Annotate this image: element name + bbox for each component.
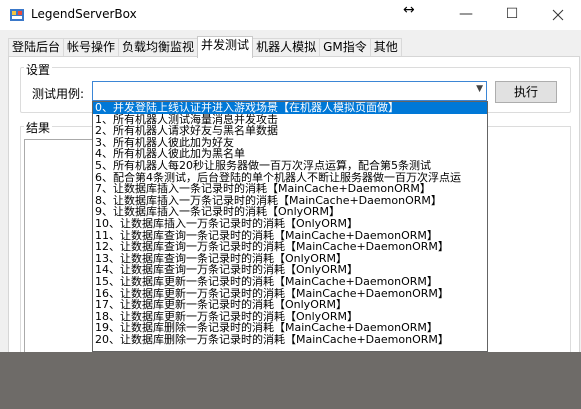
tab-robot-simulation[interactable]: 机器人模拟 <box>252 38 321 57</box>
dropdown-option[interactable]: 8、让数据库插入一万条记录时的消耗【MainCache+DaemonORM】 <box>93 195 487 207</box>
tab-strip: 登陆后台 帐号操作 负载均衡监视 并发测试 机器人模拟 GM指令 其他 <box>8 36 402 58</box>
tab-other[interactable]: 其他 <box>369 38 402 57</box>
app-icon <box>10 9 24 21</box>
dropdown-option[interactable]: 14、让数据库查询一万条记录时的消耗【OnlyORM】 <box>93 264 487 276</box>
tab-account-ops[interactable]: 帐号操作 <box>63 38 120 57</box>
dropdown-option[interactable]: 13、让数据库查询一条记录时的消耗【OnlyORM】 <box>93 253 487 265</box>
tab-concurrency-test[interactable]: 并发测试 <box>197 36 254 58</box>
dropdown-option[interactable]: 5、所有机器人每20秒让服务器做一百万次浮点运算，配合第5条测试 <box>93 160 487 172</box>
dropdown-option[interactable]: 20、让数据库删除一万条记录时的消耗【MainCache+DaemonORM】 <box>93 334 487 346</box>
tab-gm-commands[interactable]: GM指令 <box>319 38 371 57</box>
resize-cursor-icon: ↔ <box>403 2 415 18</box>
dropdown-option[interactable]: 0、并发登陆上线认证并进入游戏场景【在机器人模拟页面做】 <box>93 102 487 114</box>
chevron-down-icon[interactable]: ▼ <box>476 84 483 94</box>
close-icon[interactable] <box>535 0 581 30</box>
dropdown-option[interactable]: 6、配合第4条测试，后台登陆的单个机器人不断让服务器做一百万次浮点运 <box>93 172 487 184</box>
dropdown-option[interactable]: 10、让数据库插入一万条记录时的消耗【OnlyORM】 <box>93 218 487 230</box>
test-case-label: 测试用例: <box>32 87 85 101</box>
test-case-dropdown-list[interactable]: 0、并发登陆上线认证并进入游戏场景【在机器人模拟页面做】 1、所有机器人测试海量消… <box>92 101 488 352</box>
dropdown-option[interactable]: 2、所有机器人请求好友与黑名单数据 <box>93 125 487 137</box>
dropdown-option[interactable]: 3、所有机器人彼此加为好友 <box>93 137 487 149</box>
dropdown-option[interactable]: 18、让数据库更新一万条记录时的消耗【OnlyORM】 <box>93 311 487 323</box>
tab-login-backend[interactable]: 登陆后台 <box>8 38 65 57</box>
execute-button[interactable]: 执行 <box>495 81 557 103</box>
maximize-button[interactable]: ☐ <box>489 0 535 30</box>
tab-load-balance-monitor[interactable]: 负载均衡监视 <box>118 38 199 57</box>
dropdown-options: 0、并发登陆上线认证并进入游戏场景【在机器人模拟页面做】 1、所有机器人测试海量消… <box>93 102 487 345</box>
dropdown-option[interactable]: 1、所有机器人测试海量消息并发攻击 <box>93 114 487 126</box>
dropdown-option[interactable]: 7、让数据库插入一条记录时的消耗【MainCache+DaemonORM】 <box>93 183 487 195</box>
dropdown-option[interactable]: 11、让数据库查询一条记录时的消耗【MainCache+DaemonORM】 <box>93 230 487 242</box>
app-window: LegendServerBox ↔ — ☐ 登陆后台 帐号操作 负载均衡监视 并发测试… <box>0 0 581 352</box>
dropdown-option[interactable]: 16、让数据库更新一万条记录时的消耗【MainCache+DaemonORM】 <box>93 288 487 300</box>
dropdown-option[interactable]: 4、所有机器人彼此加为黑名单 <box>93 148 487 160</box>
result-legend: 结果 <box>24 119 53 136</box>
test-case-select[interactable]: ▼ <box>92 81 487 101</box>
settings-legend: 设置 <box>24 61 53 78</box>
minimize-button[interactable]: — <box>443 0 489 30</box>
window-title: LegendServerBox <box>31 7 137 21</box>
dropdown-option[interactable]: 12、让数据库查询一万条记录时的消耗【MainCache+DaemonORM】 <box>93 241 487 253</box>
title-bar[interactable]: LegendServerBox ↔ — ☐ <box>0 0 581 30</box>
dropdown-option[interactable]: 9、让数据库插入一条记录时的消耗【OnlyORM】 <box>93 206 487 218</box>
dropdown-option[interactable]: 17、让数据库更新一条记录时的消耗【OnlyORM】 <box>93 299 487 311</box>
dropdown-option[interactable]: 19、让数据库删除一条记录时的消耗【MainCache+DaemonORM】 <box>93 322 487 334</box>
dropdown-option[interactable]: 15、让数据库更新一条记录时的消耗【MainCache+DaemonORM】 <box>93 276 487 288</box>
